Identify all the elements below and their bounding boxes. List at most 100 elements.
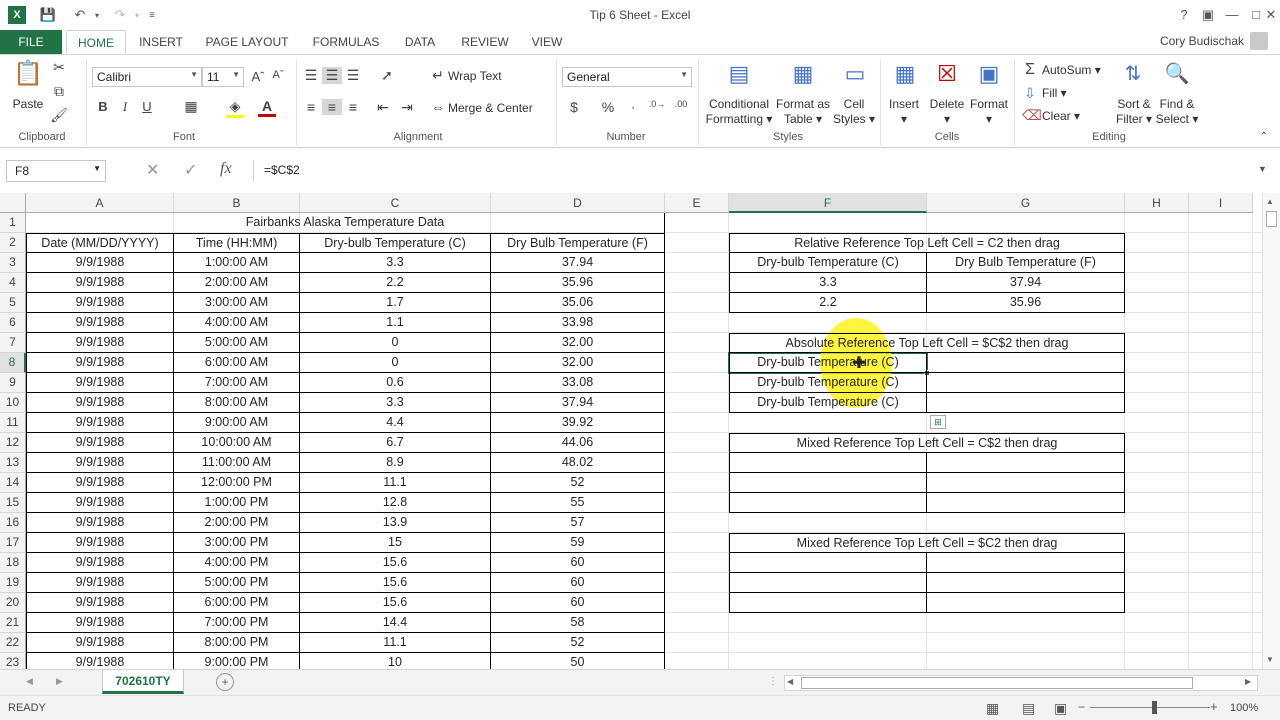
table-cell[interactable]: 9/9/1988 — [26, 393, 174, 413]
table-cell[interactable]: 12:00:00 PM — [174, 473, 300, 493]
table-cell[interactable]: 60 — [491, 593, 665, 613]
table-cell[interactable]: 37.94 — [491, 253, 665, 273]
autosum-icon[interactable]: Σ — [1022, 61, 1038, 79]
mixed-cell[interactable] — [729, 593, 927, 613]
normal-view-icon[interactable]: ▦ — [986, 700, 999, 717]
row-header-1[interactable]: 1 — [0, 213, 26, 233]
autosum-button[interactable]: AutoSum ▾ — [1042, 63, 1112, 78]
increase-indent-icon[interactable]: ⇥ — [398, 99, 416, 116]
align-center-icon[interactable]: ≡ — [322, 99, 342, 115]
column-label[interactable]: Dry Bulb Temperature (F) — [491, 233, 665, 253]
scroll-down-icon[interactable]: ▼ — [1266, 655, 1274, 664]
table-cell[interactable]: 9/9/1988 — [26, 293, 174, 313]
row-header-8[interactable]: 8 — [0, 353, 26, 373]
align-right-icon[interactable]: ≡ — [344, 99, 362, 115]
font-color-icon[interactable]: A — [258, 98, 276, 117]
find-select-button[interactable]: Find & Select ▾ — [1154, 97, 1200, 127]
table-cell[interactable]: 15 — [300, 533, 491, 553]
zoom-level[interactable]: 100% — [1230, 702, 1258, 714]
format-painter-icon[interactable]: 🖌 — [50, 107, 68, 124]
table-cell[interactable]: 3.3 — [300, 253, 491, 273]
column-label[interactable]: Time (HH:MM) — [174, 233, 300, 253]
mixed-ref-title-2[interactable]: Mixed Reference Top Left Cell = $C2 then… — [729, 533, 1125, 553]
table-cell[interactable]: 0 — [300, 333, 491, 353]
absolute-cell[interactable] — [927, 373, 1125, 393]
table-cell[interactable]: 33.08 — [491, 373, 665, 393]
relative-cell[interactable]: Dry Bulb Temperature (F) — [927, 253, 1125, 273]
user-name[interactable]: Cory Budischak — [1160, 34, 1244, 48]
delete-cells-icon[interactable]: ☒ — [932, 61, 962, 91]
tab-formulas[interactable]: FORMULAS — [306, 30, 386, 54]
page-layout-view-icon[interactable]: ▤ — [1022, 700, 1035, 717]
format-as-table-button[interactable]: Format as Table ▾ — [774, 97, 832, 127]
tab-split-icon[interactable]: ⋮ — [768, 676, 778, 687]
table-cell[interactable]: 9/9/1988 — [26, 373, 174, 393]
table-cell[interactable]: 13.9 — [300, 513, 491, 533]
vertical-scrollbar[interactable]: ▲ ▼ — [1262, 193, 1280, 669]
table-cell[interactable]: 14.4 — [300, 613, 491, 633]
bottom-align-icon[interactable]: ☰ — [344, 67, 362, 84]
currency-icon[interactable]: $ — [566, 99, 582, 115]
relative-cell[interactable]: 3.3 — [729, 273, 927, 293]
wrap-text-icon[interactable]: ↵ — [430, 67, 446, 84]
borders-icon[interactable]: ▦ — [182, 98, 200, 115]
table-cell[interactable]: 60 — [491, 553, 665, 573]
table-cell[interactable]: 1:00:00 PM — [174, 493, 300, 513]
hscroll-thumb[interactable] — [801, 677, 1193, 689]
spreadsheet-grid[interactable]: A B C D E F G H I 1 2 3 4 5 6 7 8 9 10 11 12 13 14 15 16 17 18 19 20… — [0, 193, 1262, 669]
table-cell[interactable]: 59 — [491, 533, 665, 553]
table-cell[interactable]: 9/9/1988 — [26, 333, 174, 353]
table-cell[interactable]: 9/9/1988 — [26, 473, 174, 493]
tab-data[interactable]: DATA — [396, 30, 444, 54]
table-cell[interactable]: 0 — [300, 353, 491, 373]
row-header-21[interactable]: 21 — [0, 613, 26, 633]
table-cell[interactable]: 52 — [491, 633, 665, 653]
table-cell[interactable]: 9/9/1988 — [26, 653, 174, 669]
format-as-table-icon[interactable]: ▦ — [788, 61, 818, 91]
row-header-2[interactable]: 2 — [0, 233, 26, 253]
relative-cell[interactable]: Dry-bulb Temperature (C) — [729, 253, 927, 273]
cut-icon[interactable]: ✂ — [50, 59, 68, 76]
row-header-11[interactable]: 11 — [0, 413, 26, 433]
decrease-font-icon[interactable]: Aˇ — [270, 69, 286, 81]
table-cell[interactable]: 32.00 — [491, 353, 665, 373]
avatar[interactable] — [1250, 32, 1268, 50]
relative-cell[interactable]: 2.2 — [729, 293, 927, 313]
expand-formula-icon[interactable]: ▼ — [1258, 164, 1267, 174]
row-header-18[interactable]: 18 — [0, 553, 26, 573]
column-header-d[interactable]: D — [491, 193, 665, 213]
row-header-5[interactable]: 5 — [0, 293, 26, 313]
increase-decimal-icon[interactable]: .0→ — [646, 99, 668, 109]
italic-icon[interactable]: I — [118, 99, 132, 115]
mixed-cell[interactable] — [729, 473, 927, 493]
orientation-icon[interactable]: ➚ — [376, 67, 398, 84]
table-cell[interactable]: 5:00:00 AM — [174, 333, 300, 353]
clear-button[interactable]: Clear ▾ — [1042, 109, 1092, 124]
scroll-right-icon[interactable]: ▶ — [1245, 677, 1251, 686]
conditional-formatting-icon[interactable]: ▤ — [724, 61, 754, 91]
absolute-cell[interactable] — [927, 393, 1125, 413]
scroll-up-icon[interactable]: ▲ — [1266, 197, 1274, 206]
mixed-cell[interactable] — [729, 553, 927, 573]
table-cell[interactable]: 2:00:00 PM — [174, 513, 300, 533]
fill-icon[interactable]: ⇩ — [1022, 85, 1038, 102]
delete-button[interactable]: Delete ▾ — [926, 97, 968, 127]
insert-cells-icon[interactable]: ▦ — [890, 61, 920, 91]
mixed-cell[interactable] — [729, 573, 927, 593]
row-header-7[interactable]: 7 — [0, 333, 26, 353]
underline-icon[interactable]: U — [140, 99, 154, 114]
column-header-b[interactable]: B — [174, 193, 300, 213]
table-cell[interactable]: 8:00:00 AM — [174, 393, 300, 413]
row-header-14[interactable]: 14 — [0, 473, 26, 493]
absolute-cell[interactable] — [927, 353, 1125, 373]
merge-center-icon[interactable]: ⇔ — [430, 99, 446, 115]
column-header-f[interactable]: F — [729, 193, 927, 213]
table-cell[interactable]: 6:00:00 AM — [174, 353, 300, 373]
table-cell[interactable]: 3.3 — [300, 393, 491, 413]
table-cell[interactable]: 9/9/1988 — [26, 513, 174, 533]
name-box[interactable]: F8 ▼ — [6, 160, 106, 182]
table-cell[interactable]: 44.06 — [491, 433, 665, 453]
find-select-icon[interactable]: 🔍 — [1162, 61, 1192, 91]
table-cell[interactable]: 9:00:00 PM — [174, 653, 300, 669]
row-header-15[interactable]: 15 — [0, 493, 26, 513]
